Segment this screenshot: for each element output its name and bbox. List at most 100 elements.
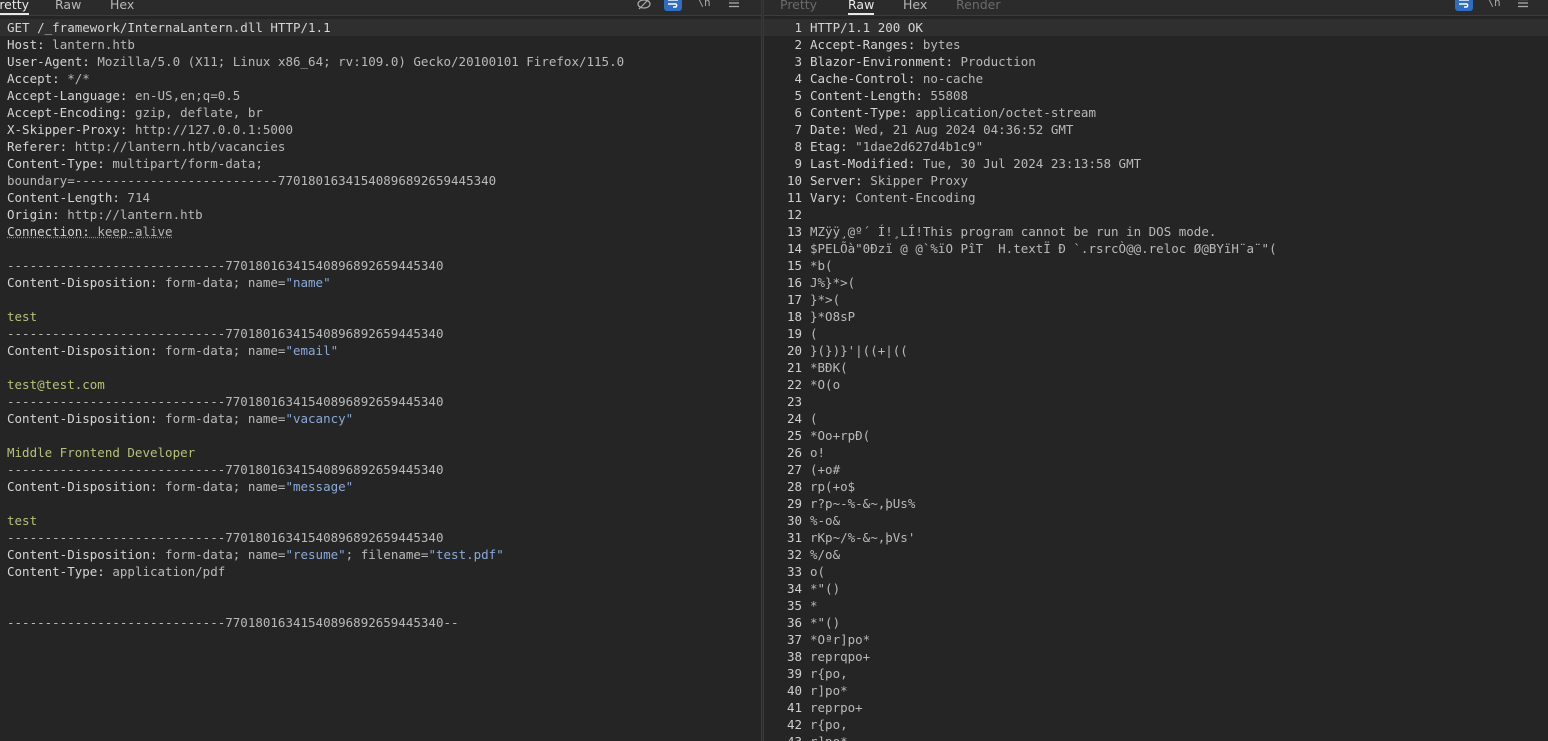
line-content: *O(o <box>810 376 840 393</box>
header-name: Blazor-Environment: <box>810 54 953 69</box>
request-line: Content-Length: 714 <box>0 189 761 206</box>
request-line: Content-Disposition: form-data; name="re… <box>0 546 761 563</box>
header-value: reprqpo+ <box>810 649 871 664</box>
header-value: form-data; name= <box>157 411 286 426</box>
line-number: 38 <box>786 649 802 664</box>
header-name: Referer: <box>7 139 68 154</box>
form-field-value: test <box>7 513 38 528</box>
header-name: Content-Type: <box>7 156 105 171</box>
response-line: 27 (+o# <box>764 461 1548 478</box>
response-line: 8 Etag: "1dae2d627d4b1c9" <box>764 138 1548 155</box>
tab-raw[interactable]: Raw <box>848 0 875 15</box>
tab-hex[interactable]: Hex <box>110 0 134 14</box>
newline-icon[interactable]: \n <box>1485 0 1503 11</box>
response-line: 10 Server: Skipper Proxy <box>764 172 1548 189</box>
line-number: 15 <box>786 258 802 273</box>
line-number: 32 <box>786 547 802 562</box>
header-name: Origin: <box>7 207 60 222</box>
header-name: Content-Type: <box>7 564 105 579</box>
request-line: -----------------------------77018016341… <box>0 529 761 546</box>
request-line: Accept: */* <box>0 70 761 87</box>
line-content: Content-Length: 55808 <box>810 87 968 104</box>
line-content: reprqpo+ <box>810 648 870 665</box>
line-number: 4 <box>794 71 802 86</box>
line-content: ( <box>810 325 818 342</box>
response-line: 28 rp(+o$ <box>764 478 1548 495</box>
quoted-value: "name" <box>285 275 331 290</box>
line-content: J%}*>( <box>810 274 855 291</box>
newline-icon[interactable]: \n <box>695 0 713 11</box>
response-line: 4 Cache-Control: no-cache <box>764 70 1548 87</box>
line-number: 22 <box>786 377 802 392</box>
header-name: Content-Disposition: <box>7 275 158 290</box>
hide-nonprintable-icon[interactable] <box>635 0 653 11</box>
request-line: -----------------------------77018016341… <box>0 461 761 478</box>
line-content: *Oo+rpÐ( <box>810 427 870 444</box>
response-line: 43 r]po* <box>764 733 1548 741</box>
header-value: -----------------------------77018016341… <box>7 530 444 545</box>
header-value: %-o& <box>810 513 841 528</box>
header-value: Mozilla/5.0 (X11; Linux x86_64; rv:109.0… <box>89 54 625 69</box>
line-content: Vary: Content-Encoding <box>810 189 976 206</box>
response-line: 14 $PELÕà"0Ðzï @ @`%ïO PîT H.textÏ Ð `.rs… <box>764 240 1548 257</box>
request-line: -----------------------------77018016341… <box>0 257 761 274</box>
menu-icon[interactable] <box>1514 0 1532 11</box>
response-editor[interactable]: 1 HTTP/1.1 200 OK 2 Accept-Ranges: bytes 3 Bl… <box>764 19 1548 741</box>
request-line: Middle Frontend Developer <box>0 444 761 461</box>
header-value: 714 <box>119 190 150 205</box>
header-value: rKp~/%-&~,þVs' <box>810 530 916 545</box>
request-line: Host: lantern.htb <box>0 36 761 53</box>
line-content: }*>( <box>810 291 840 308</box>
request-line <box>0 597 761 614</box>
header-name: HTTP/1.1 200 OK <box>810 20 923 35</box>
line-content: ( <box>810 410 818 427</box>
tab-hex[interactable]: Hex <box>903 0 927 14</box>
request-line: Content-Disposition: form-data; name="va… <box>0 410 761 427</box>
tab-pretty[interactable]: Pretty <box>780 0 817 14</box>
response-line: 37 *Oªr]po* <box>764 631 1548 648</box>
quoted-value: "message" <box>285 479 354 494</box>
request-line: -----------------------------77018016341… <box>0 614 761 631</box>
quoted-value: "resume" <box>285 547 346 562</box>
header-value: -----------------------------77018016341… <box>7 326 444 341</box>
response-line: 23 <box>764 393 1548 410</box>
wrap-lines-icon[interactable] <box>1455 0 1473 11</box>
header-value: en-US,en;q=0.5 <box>127 88 241 103</box>
header-value: * <box>810 598 818 613</box>
request-line: Content-Disposition: form-data; name="na… <box>0 274 761 291</box>
request-line: Content-Type: multipart/form-data; <box>0 155 761 172</box>
line-number: 36 <box>786 615 802 630</box>
response-tab-bar: Pretty Raw Hex Render \n <box>764 0 1548 16</box>
header-value: */* <box>59 71 90 86</box>
wrap-lines-icon[interactable] <box>664 0 682 11</box>
header-value: Content-Encoding <box>847 190 976 205</box>
header-name: Content-Disposition: <box>7 479 158 494</box>
request-line: Referer: http://lantern.htb/vacancies <box>0 138 761 155</box>
header-value: Wed, 21 Aug 2024 04:36:52 GMT <box>847 122 1074 137</box>
response-line: 24 ( <box>764 410 1548 427</box>
response-line: 15 *b( <box>764 257 1548 274</box>
header-value: MZÿÿ¸@º´ Í!¸LÍ!This program cannot be ru… <box>810 224 1217 239</box>
request-line: test <box>0 512 761 529</box>
line-number: 1 <box>794 20 802 35</box>
tab-render[interactable]: Render <box>956 0 1001 14</box>
line-number: 21 <box>786 360 802 375</box>
header-value: -----------------------------77018016341… <box>7 258 444 273</box>
request-line: test@test.com <box>0 376 761 393</box>
response-line: 9 Last-Modified: Tue, 30 Jul 2024 23:13:5… <box>764 155 1548 172</box>
header-value: $PELÕà"0Ðzï @ @`%ïO PîT H.textÏ Ð `.rsrc… <box>810 241 1277 256</box>
request-editor[interactable]: GET /_framework/InternaLantern.dll HTTP/… <box>0 19 761 741</box>
response-line: 34 *"() <box>764 580 1548 597</box>
line-content: *b( <box>810 257 833 274</box>
line-number: 35 <box>786 598 802 613</box>
header-value: no-cache <box>915 71 984 86</box>
request-line: -----------------------------77018016341… <box>0 393 761 410</box>
tab-pretty[interactable]: Pretty <box>0 0 30 15</box>
response-line: 39 r{po, <box>764 665 1548 682</box>
response-line: 19 ( <box>764 325 1548 342</box>
menu-icon[interactable] <box>725 0 743 11</box>
line-number: 37 <box>786 632 802 647</box>
request-line: Content-Disposition: form-data; name="me… <box>0 478 761 495</box>
tab-raw[interactable]: Raw <box>55 0 81 14</box>
header-name: Vary: <box>810 190 848 205</box>
